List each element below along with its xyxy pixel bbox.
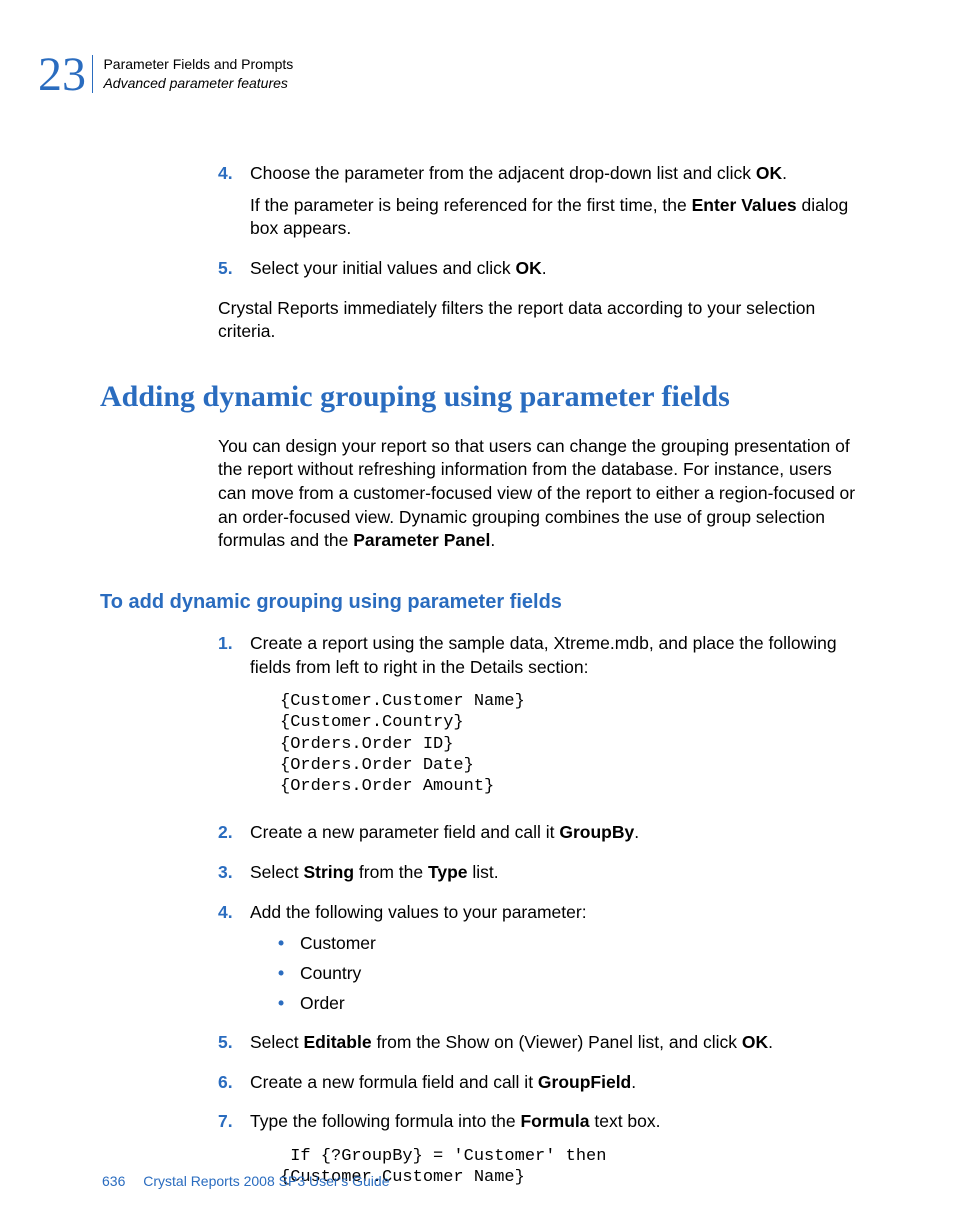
- footer-book-title: Crystal Reports 2008 SP3 User's Guide: [143, 1173, 389, 1189]
- step-text: Add the following values to your paramet…: [250, 901, 859, 925]
- chapter-number: 23: [38, 55, 86, 96]
- section-heading: Adding dynamic grouping using parameter …: [100, 380, 954, 413]
- step-4: 4. Add the following values to your para…: [218, 901, 859, 1024]
- page-footer: 636 Crystal Reports 2008 SP3 User's Guid…: [102, 1173, 389, 1189]
- step-number: 4.: [218, 162, 250, 249]
- content-area: 4. Choose the parameter from the adjacen…: [218, 162, 859, 344]
- step-7: 7. Type the following formula into the F…: [218, 1110, 859, 1204]
- bullet-icon: •: [278, 932, 300, 956]
- step-text: Select String from the Type list.: [250, 861, 859, 885]
- step-text: If the parameter is being referenced for…: [250, 194, 859, 241]
- step-5: 5. Select Editable from the Show on (Vie…: [218, 1031, 859, 1063]
- step-number: 4.: [218, 901, 250, 1024]
- step-number: 2.: [218, 821, 250, 853]
- bullet-icon: •: [278, 962, 300, 986]
- step-text: Create a new formula field and call it G…: [250, 1071, 859, 1095]
- step-3: 3. Select String from the Type list.: [218, 861, 859, 893]
- step-number: 3.: [218, 861, 250, 893]
- step-number: 7.: [218, 1110, 250, 1204]
- step-text: Select your initial values and click OK.: [250, 257, 859, 281]
- subsection-heading: To add dynamic grouping using parameter …: [100, 591, 954, 614]
- header-title-line1: Parameter Fields and Prompts: [103, 56, 293, 72]
- header-title-line2: Advanced parameter features: [103, 75, 287, 91]
- list-item: • Customer: [278, 932, 859, 956]
- step-number: 1.: [218, 632, 250, 814]
- step-text: Create a report using the sample data, X…: [250, 632, 859, 679]
- step-number: 5.: [218, 257, 250, 289]
- bullet-icon: •: [278, 992, 300, 1016]
- step-6: 6. Create a new formula field and call i…: [218, 1071, 859, 1103]
- step-4-top: 4. Choose the parameter from the adjacen…: [218, 162, 859, 249]
- bullet-list: • Customer • Country • Order: [278, 932, 859, 1015]
- header-separator: [92, 55, 93, 93]
- step-1: 1. Create a report using the sample data…: [218, 632, 859, 814]
- list-item: • Order: [278, 992, 859, 1016]
- step-number: 6.: [218, 1071, 250, 1103]
- step-text: Create a new parameter field and call it…: [250, 821, 859, 845]
- paragraph: You can design your report so that users…: [218, 435, 859, 553]
- step-text: Choose the parameter from the adjacent d…: [250, 162, 859, 186]
- page-header: 23 Parameter Fields and Prompts Advanced…: [0, 0, 954, 110]
- step-number: 5.: [218, 1031, 250, 1063]
- step-5-top: 5. Select your initial values and click …: [218, 257, 859, 289]
- step-2: 2. Create a new parameter field and call…: [218, 821, 859, 853]
- paragraph: Crystal Reports immediately filters the …: [218, 297, 859, 344]
- page-number: 636: [102, 1173, 125, 1189]
- code-block: {Customer.Customer Name} {Customer.Count…: [280, 691, 859, 797]
- header-text: Parameter Fields and Prompts Advanced pa…: [103, 55, 293, 93]
- step-text: Select Editable from the Show on (Viewer…: [250, 1031, 859, 1055]
- step-text: Type the following formula into the Form…: [250, 1110, 859, 1134]
- list-item: • Country: [278, 962, 859, 986]
